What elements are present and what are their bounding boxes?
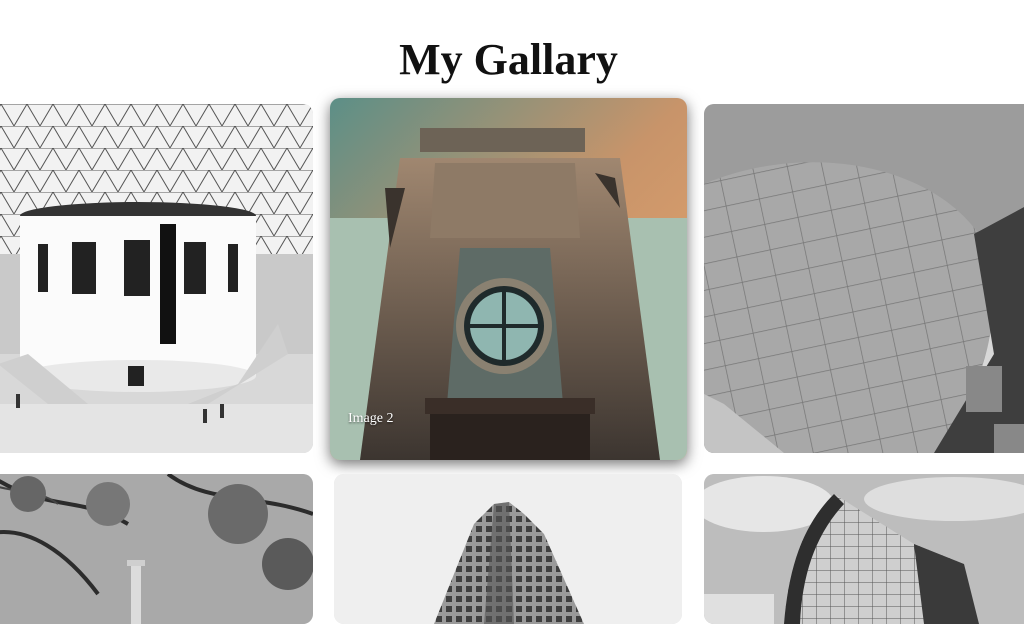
glass-building-photo: [704, 474, 1024, 624]
gallery-image-3[interactable]: [704, 104, 1024, 453]
gallery-image-1[interactable]: [0, 104, 313, 453]
curved-building-photo: [704, 104, 1024, 453]
skyscraper-photo: [334, 474, 682, 624]
tree-branches-photo: [0, 474, 313, 624]
image-caption: Image 2: [348, 411, 394, 426]
gallery-image-4[interactable]: [0, 474, 313, 624]
gallery-image-5[interactable]: [334, 474, 682, 624]
great-court-photo: [0, 104, 313, 453]
gallery-image-6[interactable]: [704, 474, 1024, 624]
gallery-image-2[interactable]: Image 2: [330, 98, 687, 460]
building-facade-photo: [330, 98, 687, 460]
page-title: My Gallary: [399, 35, 618, 84]
